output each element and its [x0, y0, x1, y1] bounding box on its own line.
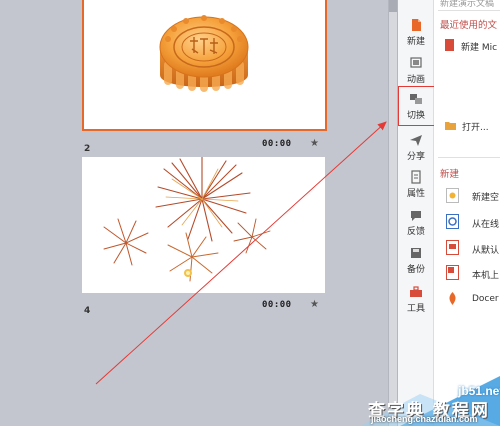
new-heading: 新建	[440, 169, 460, 180]
backup-icon	[411, 248, 421, 258]
new-online-item[interactable]: 从在线	[472, 217, 499, 230]
toolbar-label: 分享	[406, 152, 425, 162]
slide-number: 4	[84, 306, 91, 316]
slide-timing: 00:00	[262, 139, 292, 149]
toolbar-label: 属性	[406, 189, 425, 199]
slide-thumbnail-fireworks[interactable]	[82, 157, 325, 293]
folder-icon	[445, 122, 456, 130]
default-template-icon	[446, 240, 459, 255]
new-file-icon	[412, 19, 421, 31]
vertical-scrollbar[interactable]	[388, 0, 398, 426]
properties-icon	[411, 170, 421, 184]
toolbar-new-button[interactable]: 新建	[398, 16, 434, 54]
toolbar-backup-button[interactable]: 备份	[398, 244, 434, 282]
slide-star-icon[interactable]: ★	[310, 299, 319, 310]
feedback-icon	[411, 211, 421, 221]
new-local-item[interactable]: 本机上	[472, 268, 499, 281]
doc-icon	[445, 39, 454, 51]
tools-icon	[410, 286, 422, 297]
new-default-item[interactable]: 从默认	[472, 243, 499, 256]
pane-top-text: 新建演示文稿	[440, 0, 495, 9]
slide-timing: 00:00	[262, 300, 292, 310]
side-toolbar: 新建 动画 切换 分享 属性 反馈 备份 工具	[398, 0, 434, 426]
new-blank-item[interactable]: 新建空	[472, 190, 499, 203]
task-pane: 新建演示文稿 最近使用的文 新建 Mic 打开... 新建 新建空 从在线 从默…	[434, 0, 500, 426]
toolbar-label: 备份	[406, 265, 425, 275]
blank-slide-icon	[446, 188, 459, 203]
slide-thumbnail-mooncake[interactable]	[82, 0, 327, 131]
slide-panel: 2 00:00 ★ 4 00:00 ★	[0, 0, 388, 426]
transition-highlight-box	[398, 86, 436, 126]
animation-icon	[410, 57, 422, 68]
toolbar-tools-button[interactable]: 工具	[398, 283, 434, 321]
recent-item[interactable]: 新建 Mic	[461, 40, 497, 53]
share-icon	[410, 135, 422, 146]
open-link[interactable]: 打开...	[462, 120, 489, 133]
fireworks-image	[103, 157, 271, 282]
online-template-icon	[446, 214, 459, 229]
mooncake-image	[159, 15, 249, 92]
toolbar-label: 动画	[406, 75, 425, 85]
toolbar-label: 反馈	[406, 227, 425, 237]
recent-heading: 最近使用的文	[440, 20, 498, 31]
docer-icon	[449, 292, 456, 305]
toolbar-feedback-button[interactable]: 反馈	[398, 206, 434, 244]
toolbar-share-button[interactable]: 分享	[398, 131, 434, 169]
toolbar-properties-button[interactable]: 属性	[398, 168, 434, 206]
new-docer-item[interactable]: Docer	[472, 294, 499, 304]
toolbar-label: 工具	[406, 304, 425, 314]
watermark-url: jiaocheng.chazidian.com	[371, 414, 478, 424]
divider	[438, 157, 500, 158]
scrollbar-thumb[interactable]	[389, 0, 397, 12]
local-template-icon	[446, 265, 459, 280]
slide-star-icon[interactable]: ★	[310, 138, 319, 149]
toolbar-label: 新建	[406, 37, 425, 47]
slide-number: 2	[84, 144, 91, 154]
divider	[438, 10, 500, 11]
